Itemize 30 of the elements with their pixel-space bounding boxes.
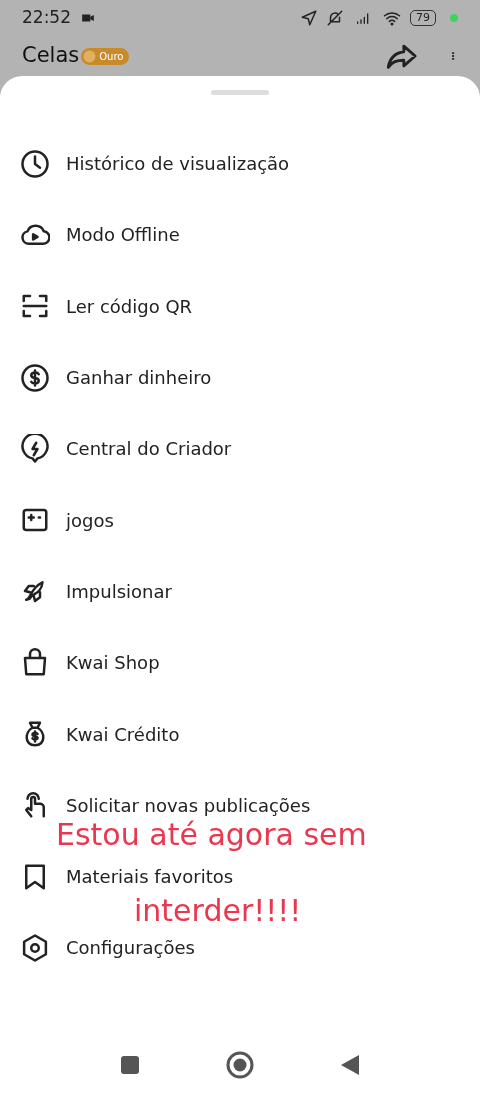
- recents-button[interactable]: [120, 1055, 140, 1075]
- menu-item[interactable]: Kwai Crédito: [66, 720, 180, 748]
- menu-item[interactable]: Solicitar novas publicações: [66, 791, 311, 819]
- menu-item[interactable]: Ganhar dinheiro: [66, 364, 212, 392]
- clock-icon: [20, 148, 50, 179]
- menu-item[interactable]: jogos: [66, 506, 114, 534]
- home-button[interactable]: [226, 1051, 254, 1079]
- dollar-circle-icon: [20, 362, 50, 393]
- location-arrow-icon: [300, 9, 318, 27]
- menu-item[interactable]: Ler código QR: [66, 292, 193, 320]
- menu-item[interactable]: Materiais favoritos: [66, 863, 234, 891]
- clock-text: 22:52: [22, 6, 71, 30]
- menu-item[interactable]: Kwai Shop: [66, 649, 160, 677]
- menu-item[interactable]: Impulsionar: [66, 577, 172, 605]
- gear-icon: [20, 932, 50, 963]
- level-badge: Ouro: [81, 47, 130, 65]
- menu-item[interactable]: Histórico de visualização: [66, 150, 290, 178]
- profile-name: Celas: [22, 42, 80, 70]
- muted-bell-icon: [326, 9, 344, 27]
- menu-item[interactable]: Configurações: [66, 934, 195, 962]
- menu-item[interactable]: Central do Criador: [66, 435, 232, 463]
- back-button[interactable]: [340, 1054, 360, 1076]
- caption-text: interder!!!!: [134, 893, 302, 928]
- status-dot: [450, 14, 458, 22]
- caption-text: Estou até agora sem: [56, 817, 367, 852]
- wifi-icon: [382, 9, 402, 27]
- lightning-pin-icon: [20, 433, 50, 464]
- drag-handle[interactable]: [211, 90, 269, 95]
- menu-item[interactable]: Modo Offline: [66, 221, 180, 249]
- battery-indicator: 79: [410, 10, 436, 26]
